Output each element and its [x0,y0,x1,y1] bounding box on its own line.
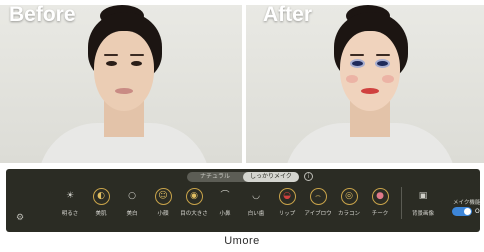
after-photo [246,5,484,163]
cheek-icon: ● [371,188,389,205]
tool-background-image[interactable]: ▣ 背景画像 [408,188,438,218]
makeup-function-toggle[interactable] [452,207,472,216]
before-photo [0,5,242,163]
tool-brightness[interactable]: ☀ 明るさ [55,188,85,218]
tool-label: カラコン [337,211,360,217]
tool-nose[interactable]: ⌒ 小鼻 [210,188,240,218]
makeup-function-label: メイク機能 [453,200,481,206]
gear-icon[interactable]: ⚙ [16,213,24,223]
tool-eye-size[interactable]: ◉ 目の大きさ [179,188,209,217]
tool-color-contact[interactable]: ◎ カラコン [334,188,364,217]
tool-label: 背景画像 [411,211,434,217]
mode-full-makeup-option[interactable]: しっかりメイク [243,172,299,182]
tool-whitening[interactable]: ○ 美白 [117,188,147,218]
tool-label: チーク [371,211,389,217]
tool-label: 小顔 [157,211,169,217]
tool-label: 美肌 [95,211,107,217]
tool-lip[interactable]: ◒ リップ [272,188,302,217]
tool-cheek[interactable]: ● チーク [365,188,395,217]
tool-eyebrow[interactable]: ⌢ アイブロウ [303,188,333,217]
tool-face-slim[interactable]: ☺ 小顔 [148,188,178,217]
teeth-icon: ◡ [252,191,260,201]
toolbar-divider [401,187,402,219]
mode-natural-option[interactable]: ナチュラル [187,172,243,182]
tool-label: 白い歯 [247,211,265,217]
nose-icon: ⌒ [220,191,230,201]
makeup-function-state: ON [475,208,484,215]
tool-label: 明るさ [61,211,79,217]
makeup-toolbar: ナチュラル しっかりメイク i ☀ 明るさ ◐ 美肌 ○ 美白 ☺ 小顔 ◉ 目… [6,169,484,232]
image-icon: ▣ [418,191,428,201]
sun-icon: ☀ [65,191,75,201]
info-icon[interactable]: i [304,172,313,181]
tool-label: 美白 [126,211,138,217]
tool-label: 目の大きさ [180,211,208,217]
tool-label: 小鼻 [219,211,231,217]
lip-icon: ◒ [278,188,296,205]
color-contact-icon: ◎ [340,188,358,205]
mode-switch[interactable]: ナチュラル しっかりメイク [187,172,299,182]
eye-icon: ◉ [185,188,203,205]
tool-white-teeth[interactable]: ◡ 白い歯 [241,188,271,218]
toggle-knob [464,208,471,215]
skin-icon: ◐ [92,188,110,205]
tool-skin[interactable]: ◐ 美肌 [86,188,116,217]
after-label: After [263,3,313,26]
caption: Umore [224,235,260,247]
tool-label: リップ [278,211,296,217]
eyebrow-icon: ⌢ [309,188,327,205]
face-slim-icon: ☺ [154,188,172,205]
face-icon: ○ [128,191,136,201]
before-label: Before [9,3,76,26]
tool-label: アイブロウ [304,211,332,217]
